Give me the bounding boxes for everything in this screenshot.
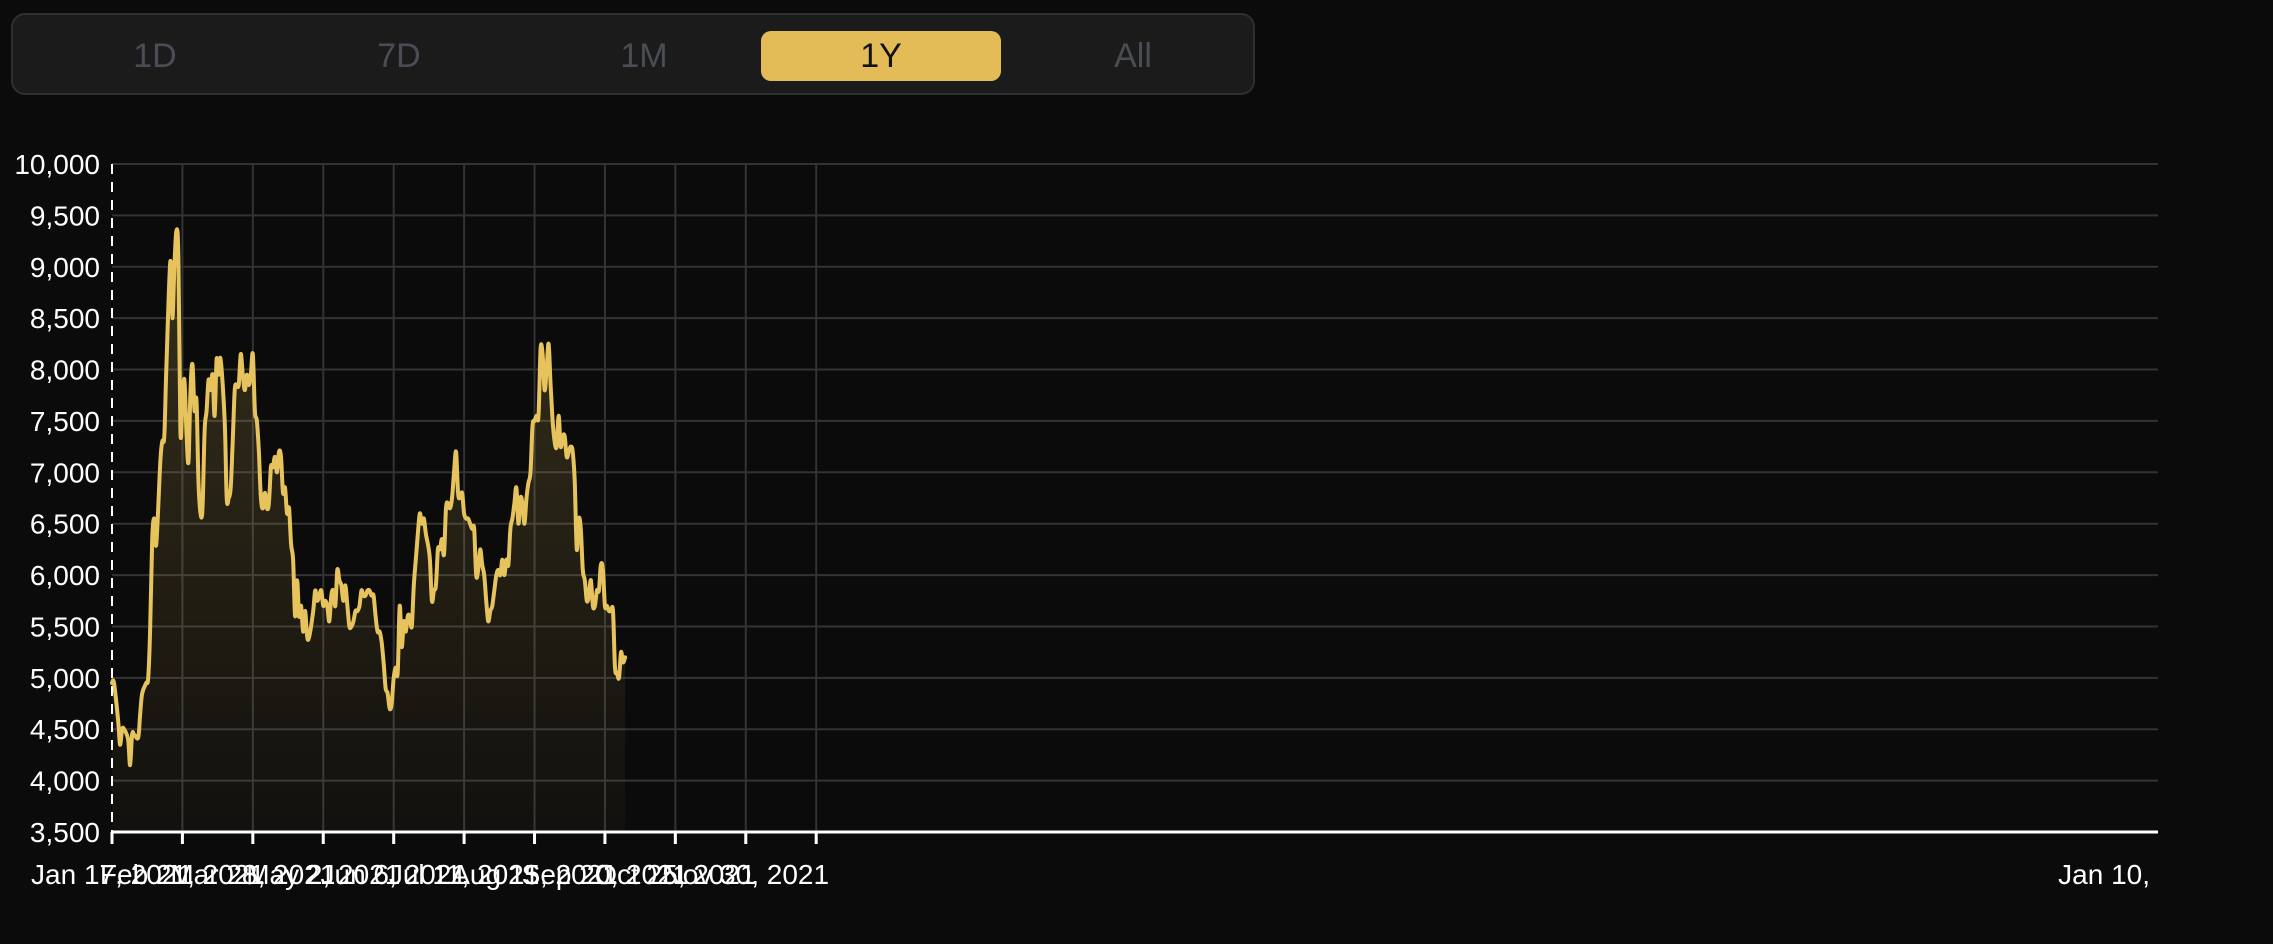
x-tick-label: Nov 30, 2021 (662, 859, 829, 890)
y-tick-label: 4,000 (30, 766, 100, 797)
y-tick-label: 8,000 (30, 355, 100, 386)
y-tick-label: 7,500 (30, 406, 100, 437)
y-tick-label: 9,500 (30, 200, 100, 231)
y-tick-label: 3,500 (30, 817, 100, 848)
area-fill-layer (112, 229, 626, 833)
y-tick-label: 10,000 (14, 149, 100, 180)
x-tick-labels: Jan 17, 2021Feb 21, 2021Mar 28, 2021May … (31, 859, 2150, 890)
y-tick-label: 5,000 (30, 663, 100, 694)
y-tick-label: 4,500 (30, 714, 100, 745)
y-tick-label: 6,000 (30, 560, 100, 591)
y-tick-label: 9,000 (30, 252, 100, 283)
y-tick-labels: 10,000 9,500 9,000 8,500 8,000 7,500 7,000 6,50… (14, 149, 100, 848)
y-tick-label: 5,500 (30, 611, 100, 642)
series-area (112, 229, 626, 833)
y-tick-label: 8,500 (30, 303, 100, 334)
y-tick-label: 6,500 (30, 509, 100, 540)
x-tick-label: Jan 10, (2058, 859, 2150, 890)
y-tick-label: 7,000 (30, 457, 100, 488)
price-chart: 10,000 9,500 9,000 8,500 8,000 7,500 7,000 6,50… (14, 149, 2158, 890)
